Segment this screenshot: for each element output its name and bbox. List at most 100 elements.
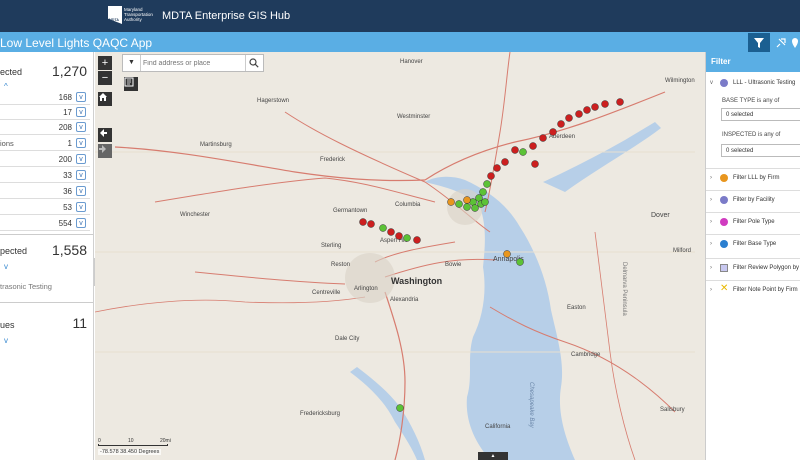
feature-point[interactable] xyxy=(531,160,539,168)
search-input[interactable] xyxy=(143,56,243,70)
feature-point[interactable] xyxy=(529,142,537,150)
stat3-value: 11 xyxy=(72,315,87,331)
layer-symbol-icon xyxy=(720,174,728,182)
feature-point[interactable] xyxy=(413,236,421,244)
stat2-label: pected xyxy=(0,246,28,256)
feature-point[interactable] xyxy=(519,148,527,156)
feature-point[interactable] xyxy=(616,98,624,106)
coordinate-readout: -78.578 38.450 Degrees xyxy=(98,449,162,455)
location-button[interactable] xyxy=(790,33,800,52)
filter-item[interactable]: › Filter Base Type xyxy=(706,234,800,254)
feature-point[interactable] xyxy=(463,203,471,211)
feature-point[interactable] xyxy=(483,180,491,188)
inspected-select[interactable]: 0 selected xyxy=(721,144,800,157)
row-value: 208 xyxy=(58,123,72,132)
filter-item[interactable]: › Filter Pole Type xyxy=(706,212,800,232)
scale-bar: 0 10 20mi xyxy=(98,438,171,446)
zoom-in-button[interactable]: + xyxy=(98,56,112,70)
search-source-dropdown[interactable]: ▼ xyxy=(123,55,141,71)
feature-points-layer[interactable] xyxy=(95,52,705,460)
table-row: 36 v xyxy=(0,184,90,199)
feature-point[interactable] xyxy=(395,232,403,240)
left-panel: ected 1,270 ^ 168 v 17 v 208 v ions 1 v 200 v … xyxy=(0,52,94,460)
chevron-down-icon[interactable]: v xyxy=(76,138,86,148)
search-button[interactable] xyxy=(245,55,263,71)
feature-point[interactable] xyxy=(511,146,519,154)
table-row: 53 v xyxy=(0,200,90,215)
chevron-down-icon[interactable]: v xyxy=(76,218,86,228)
chevron-down-icon[interactable]: v xyxy=(76,107,86,117)
table-row: 168 v xyxy=(0,90,90,105)
chevron-down-icon[interactable]: v xyxy=(76,170,86,180)
table-row: ions 1 v xyxy=(0,136,90,151)
query-icon xyxy=(776,37,786,47)
row-value: 200 xyxy=(58,155,72,164)
table-row: 200 v xyxy=(0,152,90,167)
feature-point[interactable] xyxy=(403,234,411,242)
forward-extent-button[interactable] xyxy=(98,144,112,158)
chevron-down-icon[interactable]: v xyxy=(76,92,86,102)
attribute-table-toggle[interactable]: ▲ xyxy=(478,452,508,460)
feature-point[interactable] xyxy=(493,164,501,172)
stat1-value: 1,270 xyxy=(51,63,87,79)
feature-point[interactable] xyxy=(396,404,404,412)
filter-item[interactable]: › Filter by Facility xyxy=(706,190,800,210)
arrow-right-icon xyxy=(99,145,106,153)
chevron-down-icon[interactable]: v xyxy=(76,186,86,196)
back-extent-button[interactable] xyxy=(98,128,112,142)
filter-item[interactable]: › ✕ Filter Note Point by Firm xyxy=(706,280,800,300)
base-type-select[interactable]: 0 selected xyxy=(721,108,800,121)
row-value: 168 xyxy=(58,93,72,102)
feature-point[interactable] xyxy=(583,106,591,114)
feature-point[interactable] xyxy=(503,250,511,258)
chevron-right-icon: › xyxy=(710,175,712,181)
stat2-subtitle: trasonic Testing xyxy=(0,282,52,291)
row-value: 53 xyxy=(63,203,72,212)
table-row: 208 v xyxy=(0,120,90,135)
feature-point[interactable] xyxy=(549,128,557,136)
feature-point[interactable] xyxy=(463,196,471,204)
filter-item[interactable]: › Filter Review Polygon by xyxy=(706,258,800,278)
layer-list-button[interactable] xyxy=(124,77,138,91)
chevron-right-icon: › xyxy=(710,219,712,225)
filter-icon xyxy=(754,37,764,48)
feature-point[interactable] xyxy=(379,224,387,232)
layer-symbol-icon xyxy=(720,218,728,226)
feature-point[interactable] xyxy=(565,114,573,122)
feature-point[interactable] xyxy=(479,188,487,196)
app-title: Low Level Lights QAQC App xyxy=(0,36,153,50)
feature-point[interactable] xyxy=(447,198,455,206)
chevron-down-icon[interactable]: v xyxy=(76,122,86,132)
feature-point[interactable] xyxy=(539,134,547,142)
row-value: 1 xyxy=(67,139,72,148)
chevron-down-icon[interactable]: v xyxy=(4,336,8,345)
feature-point[interactable] xyxy=(367,220,375,228)
feature-point[interactable] xyxy=(557,120,565,128)
chevron-down-icon[interactable]: v xyxy=(76,154,86,164)
feature-point[interactable] xyxy=(481,198,489,206)
feature-point[interactable] xyxy=(455,200,463,208)
feature-point[interactable] xyxy=(471,204,479,212)
map-view[interactable]: Hanover Hagerstown Westminster Wilmingto… xyxy=(95,52,705,460)
feature-point[interactable] xyxy=(516,258,524,266)
chevron-down-icon[interactable]: v xyxy=(76,202,86,212)
feature-point[interactable] xyxy=(387,228,395,236)
feature-point[interactable] xyxy=(575,110,583,118)
filter-button[interactable] xyxy=(748,33,770,52)
query-button[interactable] xyxy=(770,33,792,52)
chevron-down-icon[interactable]: v xyxy=(4,262,8,271)
zoom-out-button[interactable]: − xyxy=(98,71,112,85)
home-button[interactable] xyxy=(98,92,112,106)
feature-point[interactable] xyxy=(359,218,367,226)
filter-item-lll[interactable]: v LLL - Ultrasonic Testing xyxy=(706,74,800,94)
search-icon xyxy=(249,58,259,68)
feature-point[interactable] xyxy=(601,100,609,108)
filter-item-label: LLL - Ultrasonic Testing xyxy=(733,80,796,86)
logo-badge: MDTA xyxy=(109,18,119,22)
feature-point[interactable] xyxy=(501,158,509,166)
chevron-down-icon: v xyxy=(710,80,713,86)
row-value: 36 xyxy=(63,187,72,196)
feature-point[interactable] xyxy=(487,172,495,180)
filter-item[interactable]: › Filter LLL by Firm xyxy=(706,168,800,188)
feature-point[interactable] xyxy=(591,103,599,111)
